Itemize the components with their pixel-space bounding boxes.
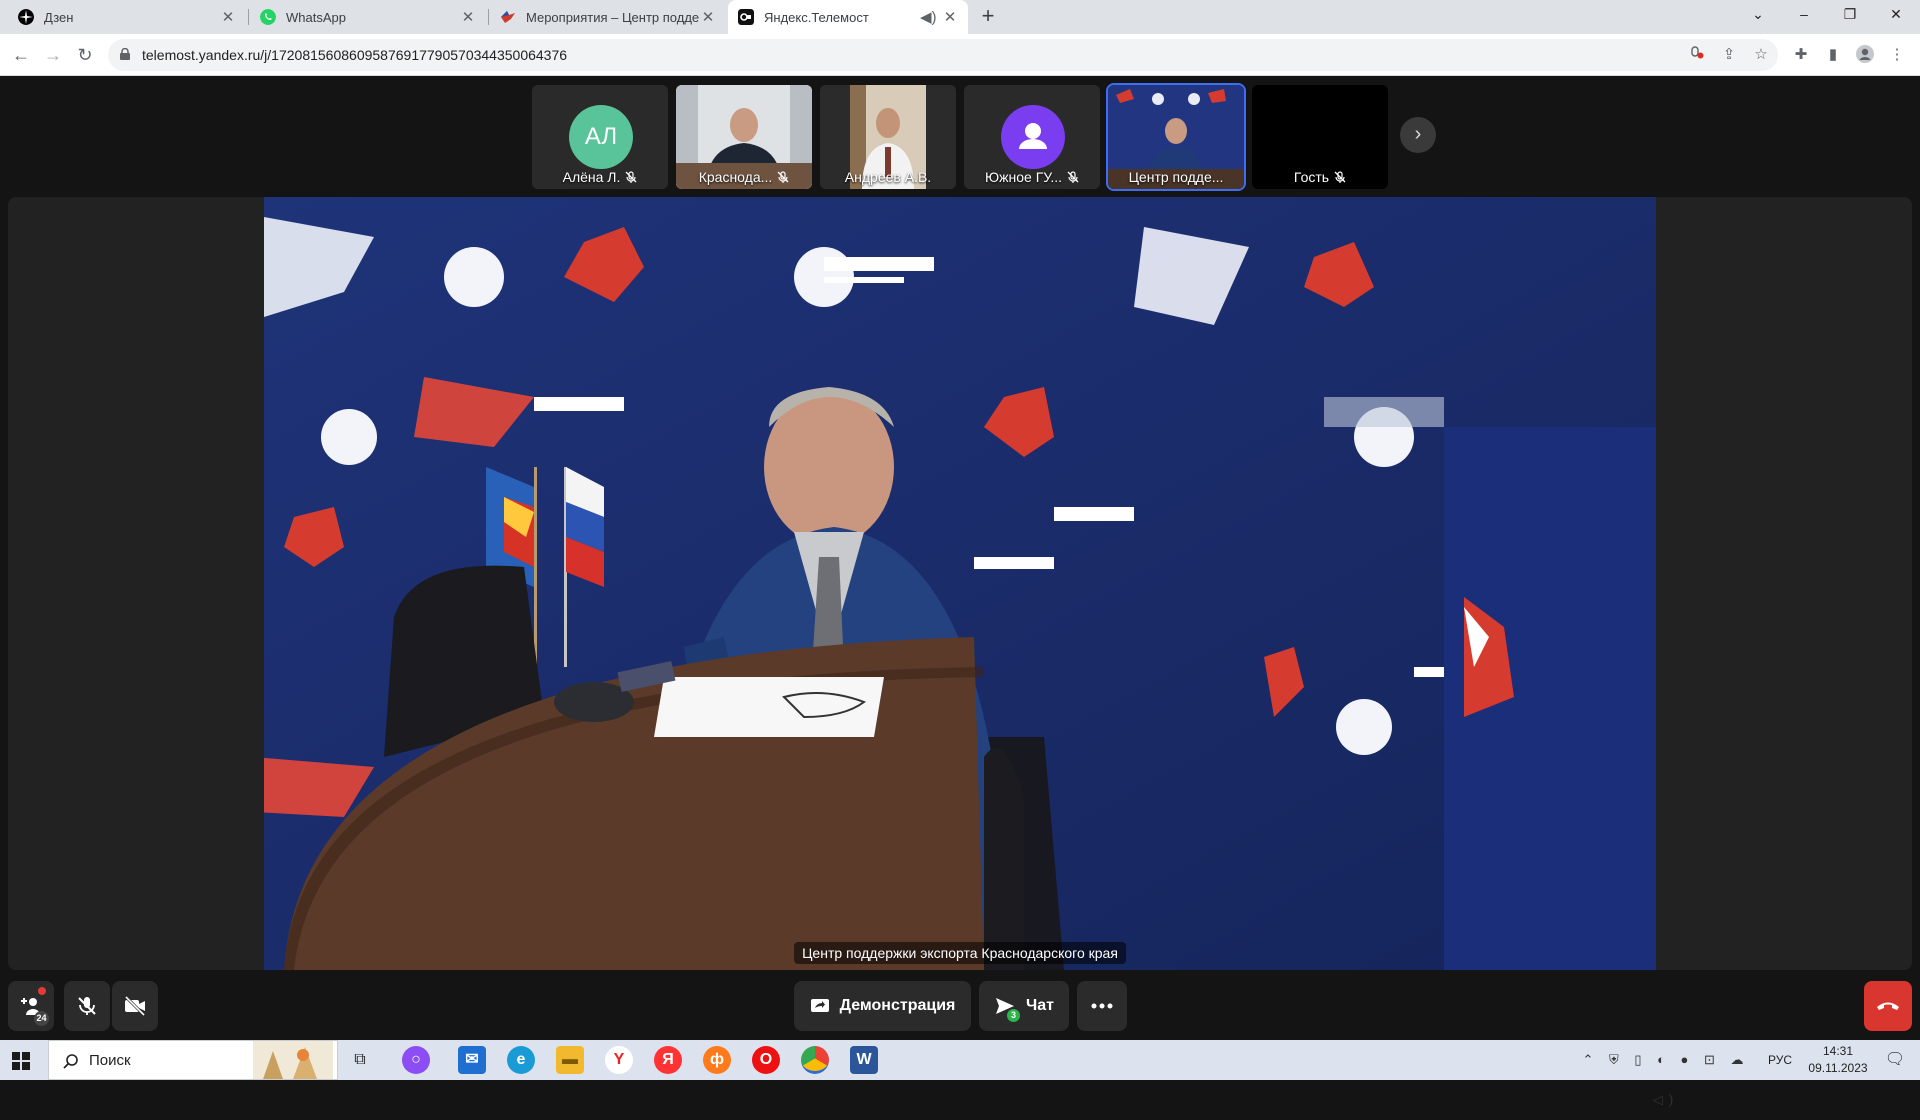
tab-strip: Дзен ✕ WhatsApp ✕ Мероприятия – Центр по… <box>0 0 1920 34</box>
screen-share-label: Демонстрация <box>839 997 956 1014</box>
mic-muted-icon <box>625 171 637 183</box>
camera-off-icon <box>124 995 146 1017</box>
participant-tile[interactable]: Андреев А.В. <box>820 85 956 189</box>
extensions-icon[interactable]: ✚ <box>1791 45 1811 65</box>
close-tab-icon[interactable]: ✕ <box>942 8 958 26</box>
main-video: Центр поддержки экспорта Краснодарского … <box>264 197 1656 970</box>
yandex-browser-icon[interactable]: Y <box>605 1046 633 1074</box>
participant-name: Алёна Л. <box>562 169 621 185</box>
minimize-button[interactable]: – <box>1781 0 1827 30</box>
person-icon <box>1019 123 1047 149</box>
bookmark-star-icon[interactable]: ☆ <box>1751 45 1771 65</box>
meeting-app: АЛ Алёна Л. Краснода... Андреев А.В. Южн… <box>0 77 1920 1040</box>
opera-icon[interactable]: O <box>752 1046 780 1074</box>
screen-share-button[interactable]: Демонстрация <box>794 981 971 1031</box>
back-icon[interactable]: ← <box>8 42 34 68</box>
tab-telemost[interactable]: Яндекс.Телемост ◀) ✕ <box>728 0 968 34</box>
participants-button[interactable]: 24 <box>8 981 54 1031</box>
share-icon[interactable]: ⇪ <box>1719 45 1739 65</box>
edge-icon[interactable]: e <box>507 1046 535 1074</box>
more-options-button[interactable] <box>1077 981 1127 1031</box>
close-tab-icon[interactable]: ✕ <box>700 8 716 26</box>
tab-events[interactable]: Мероприятия – Центр поддерж ✕ <box>490 0 726 34</box>
whatsapp-icon <box>260 9 276 25</box>
participants-count: 24 <box>34 1011 49 1026</box>
word-icon[interactable]: W <box>850 1046 878 1074</box>
mic-muted-icon <box>1067 171 1079 183</box>
speaker-video-frame <box>264 197 1656 970</box>
telemost-icon <box>738 9 754 25</box>
tab-whatsapp[interactable]: WhatsApp ✕ <box>250 0 486 34</box>
tab-dzen[interactable]: Дзен ✕ <box>8 0 246 34</box>
url-text[interactable]: telemost.yandex.ru/j/1720815608609587691… <box>142 47 567 63</box>
profile-icon[interactable] <box>1855 45 1875 65</box>
participant-name: Центр подде... <box>1128 169 1224 185</box>
chat-badge: 3 <box>1007 1009 1020 1022</box>
search-placeholder: Поиск <box>89 1052 131 1069</box>
chat-label: Чат <box>1026 997 1054 1014</box>
address-bar[interactable]: telemost.yandex.ru/j/1720815608609587691… <box>108 39 1778 71</box>
participant-tile[interactable]: Южное ГУ... <box>964 85 1100 189</box>
browser-toolbar: ← → ↻ telemost.yandex.ru/j/1720815608609… <box>0 34 1920 76</box>
chrome-icon[interactable] <box>801 1046 829 1074</box>
hang-up-button[interactable] <box>1864 981 1912 1031</box>
notification-dot <box>38 987 46 995</box>
chat-button[interactable]: 3 Чат <box>979 981 1069 1031</box>
mic-muted-icon <box>777 171 789 183</box>
tab-divider <box>488 9 489 25</box>
reload-icon[interactable]: ↻ <box>72 42 98 68</box>
restore-button[interactable]: ❐ <box>1827 0 1873 30</box>
tab-search-icon[interactable]: ⌄ <box>1735 0 1781 30</box>
close-window-button[interactable]: ✕ <box>1873 0 1919 30</box>
mic-off-icon <box>78 997 96 1015</box>
participant-name: Гость <box>1293 169 1330 185</box>
alice-icon[interactable]: ○ <box>402 1046 430 1074</box>
new-tab-button[interactable]: + <box>976 5 1000 29</box>
yandex-icon[interactable]: Я <box>654 1046 682 1074</box>
participant-tile[interactable]: Центр подде... <box>1106 83 1246 191</box>
menu-dots-icon[interactable]: ⋮ <box>1887 45 1907 65</box>
close-tab-icon[interactable]: ✕ <box>460 8 476 26</box>
windows-start-icon[interactable] <box>12 1052 30 1075</box>
flag-icon <box>501 11 515 23</box>
firefox-icon[interactable]: ф <box>703 1046 731 1074</box>
search-highlight-image <box>253 1041 333 1079</box>
tab-divider <box>248 9 249 25</box>
avatar <box>1001 105 1065 169</box>
language-indicator[interactable]: РУС <box>1762 1040 1798 1080</box>
file-explorer-icon[interactable]: ▬ <box>556 1046 584 1074</box>
more-dots-icon <box>1091 1003 1113 1009</box>
windows-taskbar: Поиск ⧉ ○ ✉ e ▬ Y Я ф O W ⌃ ⛨ ▯ ◐ ● ⊡ ☁ … <box>0 1040 1920 1107</box>
mic-muted-icon <box>1334 171 1346 183</box>
lock-icon <box>120 48 130 60</box>
close-tab-icon[interactable]: ✕ <box>220 8 236 26</box>
taskbar-search[interactable]: Поиск <box>48 1040 338 1080</box>
side-panel-icon[interactable]: ▮ <box>1823 45 1843 65</box>
speaker-caption: Центр поддержки экспорта Краснодарского … <box>794 942 1126 964</box>
system-tray-icons[interactable]: ⌃ ⛨ ▯ ◐ ● ⊡ ☁ ◁) <box>1576 1040 1756 1107</box>
camera-toggle-button[interactable] <box>112 981 158 1031</box>
participant-tile[interactable]: Гость <box>1252 85 1388 189</box>
participant-name: Южное ГУ... <box>985 169 1062 185</box>
clock[interactable]: 14:31 09.11.2023 <box>1800 1040 1876 1080</box>
speaker-mute-icon[interactable]: ◀) <box>920 8 937 26</box>
clock-time: 14:31 <box>1822 1044 1854 1058</box>
avatar: АЛ <box>569 105 633 169</box>
participant-tile[interactable]: АЛ Алёна Л. <box>532 85 668 189</box>
search-icon <box>63 1054 78 1069</box>
forward-icon[interactable]: → <box>40 42 66 68</box>
participant-name: Краснода... <box>698 169 773 185</box>
microphone-toggle-button[interactable] <box>64 981 110 1031</box>
screen-share-icon <box>810 999 829 1012</box>
hang-up-icon <box>1877 1002 1899 1010</box>
dzen-icon <box>18 9 34 25</box>
clock-date: 09.11.2023 <box>1808 1061 1868 1075</box>
task-view-icon[interactable]: ⧉ <box>346 1046 374 1074</box>
next-participants-button[interactable]: › <box>1400 117 1436 153</box>
participant-name: Андреев А.В. <box>844 169 932 185</box>
notifications-icon[interactable]: 🗨 <box>1880 1040 1910 1080</box>
mail-icon[interactable]: ✉ <box>458 1046 486 1074</box>
participant-tile[interactable]: Краснода... <box>676 85 812 189</box>
camera-blocked-icon[interactable] <box>1687 45 1707 65</box>
